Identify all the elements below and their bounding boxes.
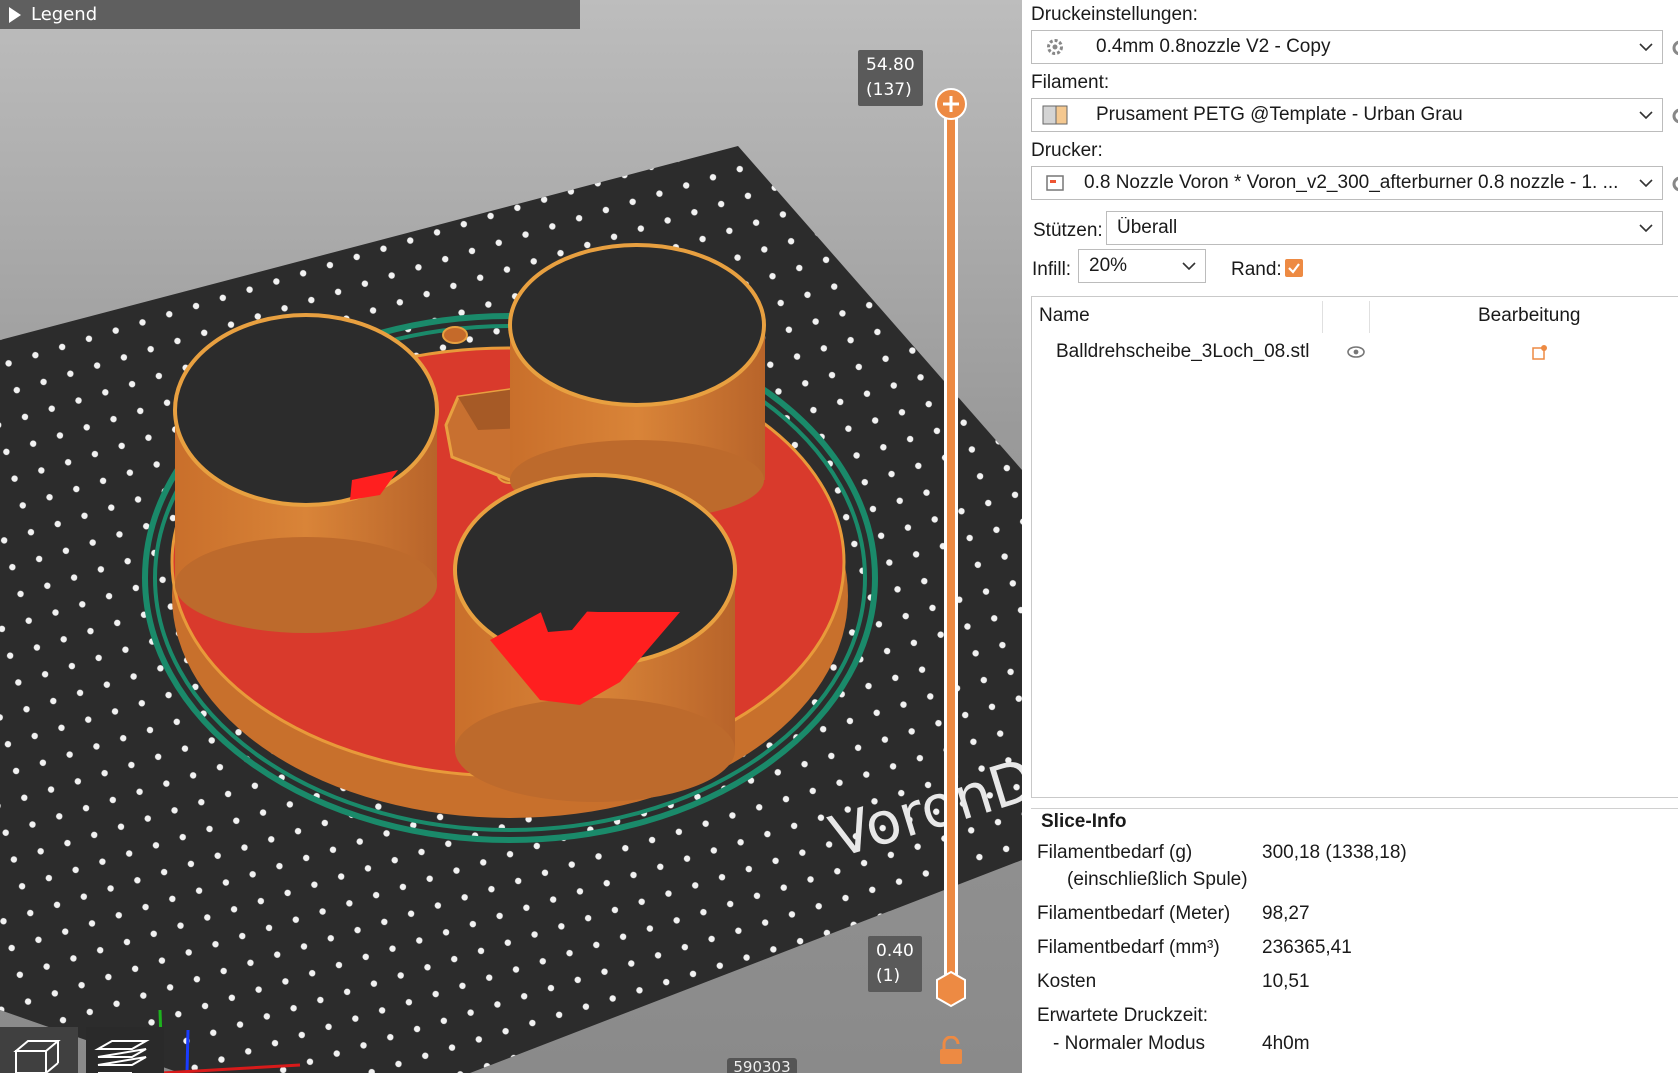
lock-icon[interactable]: [937, 1036, 965, 1066]
print-settings-combo[interactable]: 0.4mm 0.8nozzle V2 - Copy: [1031, 30, 1663, 64]
cup-left: [173, 313, 439, 633]
3d-view-icon: [13, 1040, 61, 1073]
layer-top-label: 54.80 (137): [858, 50, 923, 106]
print-preview-scene[interactable]: VoronD: [0, 0, 1022, 1073]
infill-value: 20%: [1089, 255, 1128, 276]
supports-label: Stützen:: [1033, 220, 1103, 241]
filament-combo[interactable]: Prusament PETG @Template - Urban Grau: [1031, 98, 1663, 132]
column-name: Name: [1039, 305, 1090, 326]
legend-label: Legend: [31, 4, 98, 25]
preview-layers-button[interactable]: [86, 1027, 164, 1073]
brim-checkbox[interactable]: [1285, 259, 1303, 277]
chevron-down-icon: [1630, 166, 1662, 200]
slice-info-value: 98,27: [1262, 903, 1310, 924]
object-name: Balldrehscheibe_3Loch_08.stl: [1056, 341, 1310, 362]
printer-combo[interactable]: 0.8 Nozzle Voron * Voron_v2_300_afterbur…: [1031, 166, 1663, 200]
slice-info-label: Filamentbedarf (g): [1037, 842, 1193, 863]
infill-combo[interactable]: 20%: [1078, 249, 1206, 283]
object-list-header: Name Bearbeitung: [1032, 297, 1678, 335]
chevron-down-icon: [1630, 211, 1662, 245]
chevron-down-icon: [1173, 249, 1205, 283]
chevron-down-icon: [1630, 98, 1662, 132]
gear-icon[interactable]: [1670, 106, 1678, 126]
slice-info-value: 236365,41: [1262, 937, 1352, 958]
slice-info-label: (einschließlich Spule): [1067, 869, 1248, 890]
3d-view-button[interactable]: [0, 1027, 78, 1073]
print-settings-label: Druckeinstellungen:: [1031, 4, 1198, 25]
cup-front: [453, 473, 737, 802]
slice-info-value: 300,18 (1338,18): [1262, 842, 1407, 863]
list-item[interactable]: Balldrehscheibe_3Loch_08.stl: [1032, 335, 1678, 369]
slice-info-value: 4h0m: [1262, 1033, 1310, 1054]
slice-info-label: Kosten: [1037, 971, 1097, 992]
printer-label: Drucker:: [1031, 140, 1103, 161]
layers-view-icon: [94, 1040, 150, 1073]
filament-label: Filament:: [1031, 72, 1110, 93]
printer-icon: [1042, 172, 1068, 194]
status-count: 590303: [727, 1058, 797, 1073]
layer-slider-top-thumb[interactable]: [935, 88, 967, 120]
3d-preview-viewport[interactable]: VoronD Legend 54.80 (137) 0.40 (1) 59030…: [0, 0, 1022, 1073]
settings-sidebar: Druckeinstellungen: 0.4mm 0.8nozzle V2 -…: [1022, 0, 1678, 1073]
checkmark-icon: [1288, 263, 1300, 274]
supports-value: Überall: [1117, 217, 1178, 238]
filament-value: Prusament PETG @Template - Urban Grau: [1096, 104, 1463, 125]
slice-info-label: Filamentbedarf (Meter): [1037, 903, 1231, 924]
column-edit: Bearbeitung: [1478, 305, 1581, 326]
slice-info-title: Slice-Info: [1041, 811, 1127, 832]
layer-slider-bottom-thumb[interactable]: [936, 970, 966, 1008]
gear-icon[interactable]: [1670, 174, 1678, 194]
play-triangle-icon: [9, 6, 21, 23]
legend-header[interactable]: Legend: [0, 0, 580, 29]
printer-value: 0.8 Nozzle Voron * Voron_v2_300_afterbur…: [1084, 172, 1619, 193]
slice-info-label: - Normaler Modus: [1053, 1033, 1206, 1054]
gear-icon: [1042, 36, 1068, 58]
chevron-down-icon: [1630, 30, 1662, 64]
brim-label: Rand:: [1231, 259, 1282, 280]
supports-combo[interactable]: Überall: [1106, 211, 1663, 245]
filament-color-icon: [1042, 104, 1068, 126]
object-list[interactable]: Name Bearbeitung Balldrehscheibe_3Loch_0…: [1031, 296, 1678, 798]
slice-info-label: Erwartete Druckzeit:: [1037, 1005, 1209, 1026]
edit-icon[interactable]: [1531, 343, 1549, 361]
infill-label: Infill:: [1032, 259, 1072, 280]
print-settings-value: 0.4mm 0.8nozzle V2 - Copy: [1096, 36, 1331, 57]
eye-icon[interactable]: [1346, 345, 1366, 359]
slice-info-label: Filamentbedarf (mm³): [1037, 937, 1220, 958]
gear-icon[interactable]: [1670, 38, 1678, 58]
layer-bottom-label: 0.40 (1): [868, 936, 922, 992]
slice-info-value: 10,51: [1262, 971, 1310, 992]
